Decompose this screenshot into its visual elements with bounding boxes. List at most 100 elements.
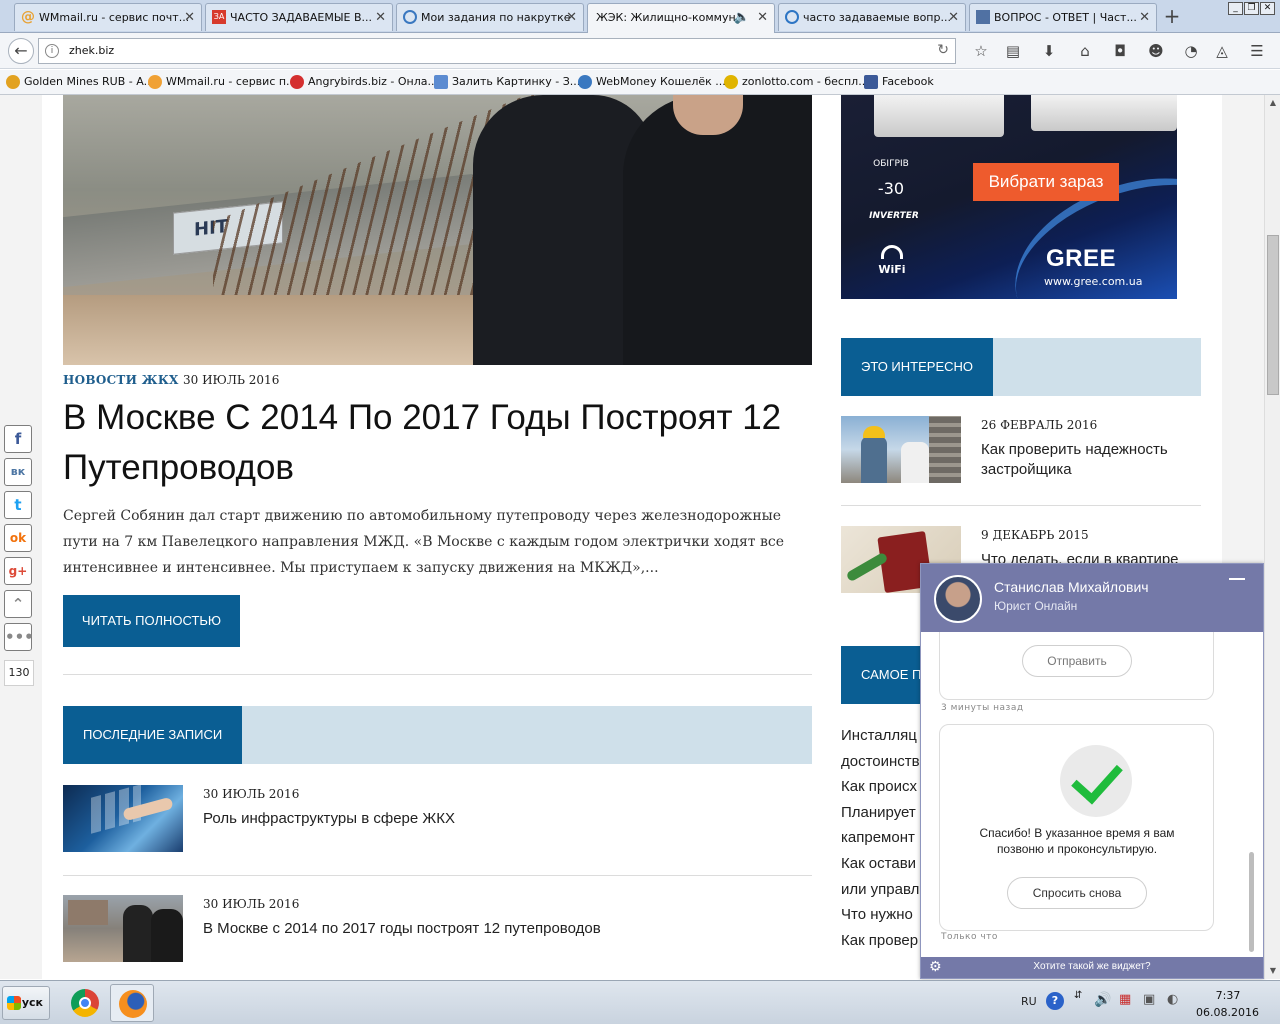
new-tab-button[interactable]: + xyxy=(1158,4,1186,30)
pocket-icon[interactable]: ◘ xyxy=(1110,41,1130,61)
read-more-button[interactable]: ЧИТАТЬ ПОЛНОСТЬЮ xyxy=(63,595,240,647)
tab-faq[interactable]: ЗА ЧАСТО ЗАДАВАЕМЫЕ В... ✕ xyxy=(205,3,393,31)
tab-label: ЧАСТО ЗАДАВАЕМЫЕ В... xyxy=(230,11,373,24)
download-icon[interactable]: ⬇ xyxy=(1039,41,1059,61)
tab-wmmail[interactable]: @ WMmail.ru - сервис почт... ✕ xyxy=(14,3,202,31)
popular-link[interactable]: Как происх xyxy=(841,778,917,795)
bookmark-facebook[interactable]: Facebook xyxy=(864,75,934,89)
minimize-button[interactable]: _ xyxy=(1228,2,1243,15)
article-headline[interactable]: В Москве С 2014 По 2017 Годы Построят 12… xyxy=(63,393,812,493)
building-shape xyxy=(929,416,961,483)
volume-icon[interactable]: 🔊 xyxy=(1094,992,1111,1008)
search-icon xyxy=(785,10,799,24)
help-icon[interactable]: ? xyxy=(1046,992,1064,1010)
tab-search[interactable]: часто задаваемые вопр... ✕ xyxy=(778,3,966,31)
odnoklassniki-share-icon[interactable]: ok xyxy=(4,524,32,552)
power-icon[interactable]: ◐ xyxy=(1167,992,1178,1007)
clock-time[interactable]: 7:37 xyxy=(1203,989,1253,1002)
restore-button[interactable]: ❐ xyxy=(1244,2,1259,15)
url-text[interactable]: zhek.biz xyxy=(69,44,114,57)
home-icon[interactable]: ⌂ xyxy=(1075,41,1095,61)
inverter-label: INVERTER xyxy=(869,211,919,221)
bookmark-wmmail[interactable]: WMmail.ru - сервис п... xyxy=(148,75,297,89)
url-bar[interactable]: i zhek.biz ↻ xyxy=(38,38,956,64)
ad-cta-button[interactable]: Вибрати зараз xyxy=(973,163,1119,201)
scroll-down-icon[interactable]: ▼ xyxy=(1267,965,1279,977)
send-button[interactable]: Отправить xyxy=(1022,645,1132,677)
firefox-icon[interactable] xyxy=(110,984,154,1022)
brand-logo: GREE xyxy=(1046,245,1117,272)
close-icon[interactable]: ✕ xyxy=(757,4,768,31)
facebook-share-icon[interactable]: f xyxy=(4,425,32,453)
webmoney-icon xyxy=(578,75,592,89)
ask-again-button[interactable]: Спросить снова xyxy=(1007,877,1147,909)
reload-icon[interactable]: ↻ xyxy=(937,42,949,58)
close-icon[interactable]: ✕ xyxy=(375,4,386,31)
bookmark-golden-mines[interactable]: Golden Mines RUB - A... xyxy=(6,75,154,89)
reading-list-icon[interactable]: ▤ xyxy=(1003,41,1023,61)
close-icon[interactable]: ✕ xyxy=(1139,4,1150,31)
minimize-icon[interactable] xyxy=(1229,578,1245,580)
post-title[interactable]: В Москве с 2014 по 2017 годы построят 12… xyxy=(203,919,601,939)
chat-messages[interactable]: Отправить 3 минуты назад Спасибо! В указ… xyxy=(921,632,1263,957)
clock-date[interactable]: 06.08.2016 xyxy=(1196,1006,1259,1019)
article-hero-image[interactable]: НIТ xyxy=(63,95,812,365)
close-window-button[interactable]: ✕ xyxy=(1260,2,1275,15)
post-title[interactable]: Роль инфраструктуры в сфере ЖКХ xyxy=(203,809,455,829)
at-icon: @ xyxy=(21,9,35,25)
vk-share-icon[interactable]: вк xyxy=(4,458,32,486)
google-plus-share-icon[interactable]: g+ xyxy=(4,557,32,585)
popular-link[interactable]: Инсталляц xyxy=(841,727,917,744)
post-thumbnail[interactable] xyxy=(841,416,961,483)
scrollbar-thumb[interactable] xyxy=(1267,235,1279,395)
start-button[interactable]: Пуск xyxy=(2,986,50,1020)
tab-qa[interactable]: ВОПРОС - ОТВЕТ | Част... ✕ xyxy=(969,3,1157,31)
air-conditioner-shape xyxy=(874,95,1004,137)
menu-icon[interactable]: ☰ xyxy=(1247,41,1267,61)
article-category[interactable]: НОВОСТИ ЖКХ xyxy=(63,373,179,387)
post-thumbnail[interactable] xyxy=(63,785,183,852)
popular-link[interactable]: Планирует xyxy=(841,804,916,821)
bookmark-webmoney[interactable]: WebMoney Кошелёк ... xyxy=(578,75,726,89)
addon-icon[interactable]: ◔ xyxy=(1181,41,1201,61)
tab-tasks[interactable]: Мои задания по накрутке ✕ xyxy=(396,3,584,31)
chat-icon[interactable]: ☻ xyxy=(1146,41,1166,61)
info-icon[interactable]: i xyxy=(45,44,59,58)
close-icon[interactable]: ✕ xyxy=(948,4,959,31)
popular-link[interactable]: достоинств xyxy=(841,753,920,770)
more-icon[interactable]: ••• xyxy=(4,623,34,651)
back-button[interactable]: ← xyxy=(8,38,34,64)
gree-ad-banner[interactable]: ОБІГРІВ -30 INVERTER WiFi Вибрати зараз … xyxy=(841,95,1177,299)
language-indicator[interactable]: RU xyxy=(1021,995,1037,1008)
bookmark-star-icon[interactable]: ☆ xyxy=(971,41,991,61)
post-thumbnail[interactable] xyxy=(63,895,183,962)
popular-link[interactable]: Как остави xyxy=(841,855,916,872)
popular-link[interactable]: Что нужно xyxy=(841,906,913,923)
collapse-up-icon[interactable]: ⌃ xyxy=(4,590,32,618)
tab-zhek[interactable]: ЖЭК: Жилищно-коммун... 🔈 ✕ xyxy=(587,3,775,34)
network-icon[interactable]: ▦ xyxy=(1119,992,1131,1007)
bookmark-zonlotto[interactable]: zonlotto.com - беспл... xyxy=(724,75,869,89)
close-icon[interactable]: ✕ xyxy=(566,4,577,31)
twitter-share-icon[interactable]: t xyxy=(4,491,32,519)
bookmark-label: WebMoney Кошелёк ... xyxy=(596,75,726,88)
popular-link[interactable]: или управл xyxy=(841,881,919,898)
device-icon[interactable]: ▣ xyxy=(1143,992,1155,1007)
popular-link[interactable]: Как провер xyxy=(841,932,918,949)
scroll-up-icon[interactable]: ▲ xyxy=(1267,97,1279,109)
building-shape xyxy=(68,900,108,925)
bookmark-upload-image[interactable]: Залить Картинку - З... xyxy=(434,75,580,89)
close-icon[interactable]: ✕ xyxy=(184,4,195,31)
sync-icon[interactable]: ◬ xyxy=(1212,41,1232,61)
page-scrollbar[interactable]: ▲ ▼ xyxy=(1264,95,1280,979)
keyboard-icon[interactable]: ⇵ xyxy=(1074,990,1082,1001)
chat-header[interactable]: Станислав Михайлович Юрист Онлайн xyxy=(921,564,1263,632)
chrome-center xyxy=(79,997,91,1009)
speaker-icon[interactable]: 🔈 xyxy=(734,4,750,31)
chrome-icon[interactable] xyxy=(63,984,107,1022)
bookmark-angrybirds[interactable]: Angrybirds.biz - Онла... xyxy=(290,75,438,89)
post-title[interactable]: Как проверить надежность застройщика xyxy=(981,440,1201,480)
chat-scrollbar[interactable] xyxy=(1249,852,1254,952)
widget-promo-link[interactable]: Хотите такой же виджет? xyxy=(921,961,1263,972)
popular-link[interactable]: капремонт xyxy=(841,829,915,846)
